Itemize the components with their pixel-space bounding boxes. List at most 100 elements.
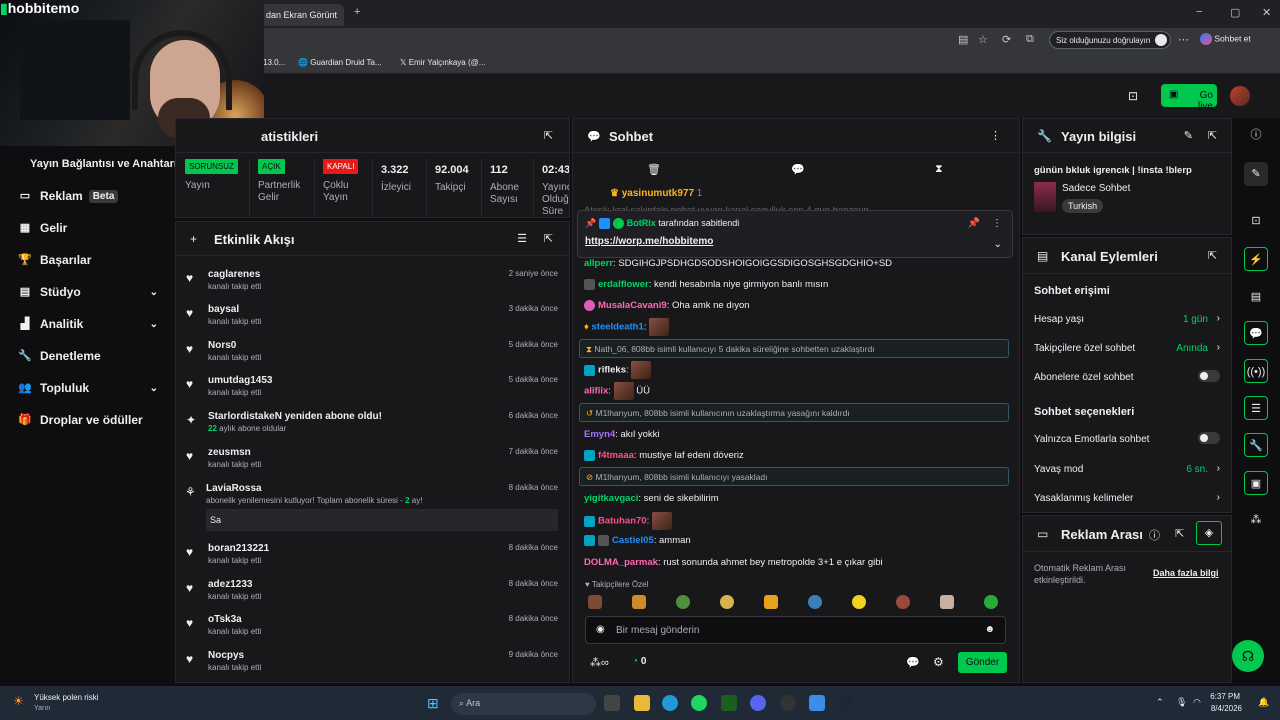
stream-key-link[interactable]: Yayın Bağlantısı ve Anahtarı [30, 158, 177, 170]
sidebar-item-denetleme[interactable]: 🔧 Denetleme [18, 349, 101, 363]
chat-user[interactable]: Batuhan70 [598, 516, 647, 527]
pinned-link[interactable]: https://worp.me/hobbitemo [585, 236, 713, 247]
sidebar-item-studyo[interactable]: ▤ Stüdyo ⌄ [18, 285, 158, 299]
event-name[interactable]: LaviaRossa [206, 483, 262, 494]
chat-user[interactable]: allperr [584, 258, 613, 269]
subs-only-toggle[interactable] [1198, 370, 1220, 382]
emoji-icon[interactable]: ☻ [984, 624, 995, 635]
chat-settings-icon[interactable]: 💬 [791, 163, 805, 176]
lightning-icon[interactable]: ⚡ [1244, 247, 1268, 271]
setting-slow-mode[interactable]: Yavaş mod 6 sn. › [1034, 463, 1220, 475]
event-name[interactable]: Nocpys [208, 650, 244, 661]
file-explorer-icon[interactable] [634, 695, 650, 711]
go-live-button[interactable]: ▣ Go live [1161, 84, 1217, 112]
learn-more-link[interactable]: Daha fazla bilgi [1153, 568, 1219, 578]
sidebar-item-gelir[interactable]: ▦ Gelir [18, 221, 68, 235]
wifi-icon[interactable]: ◠ [1193, 697, 1201, 708]
emote-icon[interactable] [984, 595, 998, 609]
hourglass-icon[interactable]: ⧗ [935, 163, 943, 176]
more-icon[interactable]: ⋯ [1178, 33, 1189, 46]
bookmark-3[interactable]: 𝕏 Emir Yalçınkaya (@... [400, 58, 485, 67]
event-name[interactable]: Nors0 [208, 340, 236, 351]
popout-icon[interactable]: ⇱ [1175, 527, 1184, 540]
mic-icon[interactable]: 🎙 [1176, 697, 1187, 708]
emote-icon[interactable] [896, 595, 910, 609]
extensions-icon[interactable]: ⁂ [1244, 508, 1268, 532]
emote-icon[interactable] [720, 595, 734, 609]
clock-time[interactable]: 6:37 PM [1210, 692, 1240, 701]
taskbar-search[interactable]: ⌕ Ara [451, 693, 596, 715]
setting-account-age[interactable]: Hesap yaşı 1 gün › [1034, 313, 1220, 325]
verify-pill[interactable]: Siz olduğunuzu doğrulayın [1049, 31, 1171, 49]
mention-icon[interactable]: ◉ [596, 624, 605, 635]
extensions-icon[interactable]: ⟳ [1002, 33, 1011, 46]
chat-user[interactable]: f4tmaaa [598, 450, 634, 461]
obs-icon[interactable] [780, 695, 796, 711]
wrench-icon[interactable]: 🔧 [1244, 433, 1268, 457]
emote-icon[interactable] [764, 595, 778, 609]
chat-user[interactable]: rifleks [598, 365, 626, 376]
chat-user[interactable]: DOLMA_parmak [584, 557, 658, 568]
chat-input-box[interactable]: ◉ Bir mesaj gönderin ☻ [585, 616, 1006, 644]
popout-icon[interactable]: ⇱ [1208, 249, 1217, 262]
emote-icon[interactable] [588, 595, 602, 609]
chat-user[interactable]: steeldeath1 [592, 322, 644, 333]
ad-settings-icon[interactable]: ◈ [1196, 521, 1222, 545]
chat-user[interactable]: yigitkavgaci [584, 493, 638, 504]
broadcast-icon[interactable]: ((•)) [1244, 359, 1268, 383]
chat-user[interactable]: Emyn4 [584, 429, 615, 440]
bookmark-1[interactable]: 13.0... [263, 58, 285, 67]
emote-icon[interactable] [676, 595, 690, 609]
send-button[interactable]: Gönder [958, 652, 1007, 673]
bookmark-2[interactable]: 🌐 Guardian Druid Ta... [298, 58, 382, 67]
browser-tab[interactable]: dan Ekran Görünt ✕ [256, 4, 344, 26]
edit-pencil-icon[interactable]: ✎ [1244, 162, 1268, 186]
setting-banned-words[interactable]: Yasaklanmış kelimeler › [1034, 492, 1220, 504]
event-name[interactable]: adez1233 [208, 579, 252, 590]
emote-icon[interactable] [632, 595, 646, 609]
tag-pill[interactable]: Turkish [1062, 199, 1104, 213]
sidebar-item-topluluk[interactable]: 👥 Topluluk ⌄ [18, 381, 158, 395]
popout-icon[interactable]: ⇱ [1208, 129, 1217, 142]
event-name[interactable]: zeusmsn [208, 447, 251, 458]
channel-points[interactable]: ◔ 0 [632, 656, 646, 667]
event-name[interactable]: caglarenes [208, 269, 260, 280]
community-points-icon[interactable]: ⁂∞ [590, 656, 609, 669]
help-headset-icon[interactable]: ☊ [1232, 640, 1264, 672]
setting-followers-only[interactable]: Takipçilere özel sohbet Anında › [1034, 342, 1220, 354]
chat-user[interactable]: MusalaCavani9 [598, 300, 667, 311]
emote-icon[interactable] [940, 595, 954, 609]
user-avatar[interactable] [1230, 86, 1250, 106]
app-icon[interactable] [721, 695, 737, 711]
chat-bubble-icon[interactable]: 💬 [1244, 321, 1268, 345]
reader-icon[interactable]: ▤ [958, 33, 968, 46]
popout-icon[interactable]: ⇱ [544, 129, 553, 142]
top-chatter[interactable]: ♛ yasinumutk977 1 [610, 188, 702, 199]
camera-icon[interactable]: ⊡ [1128, 89, 1138, 103]
info-icon[interactable]: ⓘ [1244, 123, 1268, 147]
trash-icon[interactable]: 🗑 [647, 163, 661, 176]
edge-icon[interactable] [662, 695, 678, 711]
info-icon[interactable]: ⓘ [1149, 527, 1160, 543]
chat-user[interactable]: erdalflower [598, 279, 649, 290]
popout-icon[interactable]: ⇱ [544, 232, 553, 245]
edit-pencil-icon[interactable]: ✎ [1184, 129, 1193, 142]
clock-date[interactable]: 8/4/2026 [1204, 704, 1242, 713]
weather-icon[interactable]: ☀ [13, 694, 24, 708]
notes-icon[interactable]: ▤ [1244, 285, 1268, 309]
sidebar-item-droplar[interactable]: 🎁 Droplar ve ödüller [18, 413, 143, 427]
category-name[interactable]: Sadece Sohbet [1062, 183, 1130, 194]
weather-title[interactable]: Yüksek polen riski [34, 693, 98, 702]
event-name[interactable]: umutdag1453 [208, 375, 272, 386]
spotify-icon[interactable] [691, 695, 707, 711]
emote-icon[interactable] [808, 595, 822, 609]
unpin-icon[interactable]: 📌 [968, 218, 980, 229]
sidebar-item-reklam[interactable]: ▭ Reklam Beta [18, 189, 119, 203]
new-tab-button[interactable]: + [354, 6, 360, 18]
list-icon[interactable]: ☰ [1244, 396, 1268, 420]
gear-icon[interactable]: ⚙ [933, 655, 944, 669]
start-icon[interactable]: ⊞ [427, 695, 439, 712]
notification-bell-icon[interactable]: 🔔 [1258, 697, 1269, 708]
tray-chevron-icon[interactable]: ⌃ [1156, 697, 1164, 708]
close-window-button[interactable]: ✕ [1262, 6, 1271, 19]
